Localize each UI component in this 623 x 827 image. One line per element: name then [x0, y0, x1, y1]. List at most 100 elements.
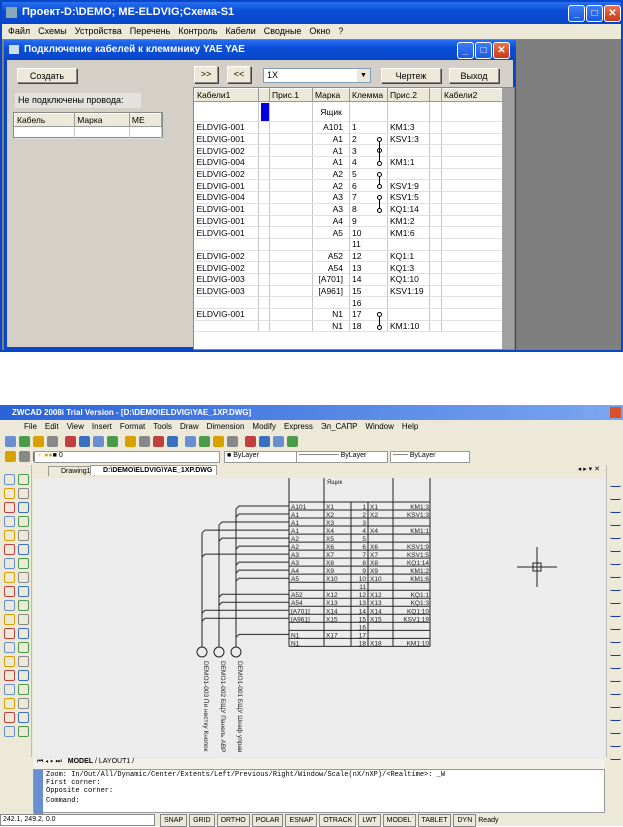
draw-tool-icon[interactable] [4, 488, 15, 499]
lineweight-select[interactable]: ─── ByLayer [390, 451, 470, 463]
draw-tool-icon[interactable] [18, 488, 29, 499]
toolbar-button-icon[interactable] [153, 436, 164, 447]
table-row[interactable]: ELDVIG-002 A2 5 [194, 168, 505, 182]
dimension-tool-icon[interactable] [610, 593, 621, 604]
toolbar-button-icon[interactable] [5, 436, 16, 447]
next-button[interactable]: >> [194, 66, 218, 83]
draw-tool-icon[interactable] [4, 712, 15, 723]
cad-menu-item[interactable]: File [24, 422, 37, 431]
table-row[interactable]: ELDVIG-003 [A961] 15 KSV1:19 [194, 285, 505, 298]
tab-nav-icons[interactable]: ◂ ▸ ▾ ✕ [578, 465, 600, 473]
column-header[interactable]: Клемма [349, 88, 388, 102]
layout-nav-icons[interactable]: ⏮ ◂ ▸ ⏭ [37, 758, 62, 765]
column-header[interactable]: Кабели1 [194, 88, 259, 102]
column-header[interactable]: Прис.1 [269, 88, 313, 102]
command-prompt[interactable]: Command: [46, 797, 592, 805]
status-toggle-model[interactable]: MODEL [382, 814, 416, 827]
cad-minimize-button[interactable] [584, 407, 595, 418]
close-button[interactable]: ✕ [604, 5, 621, 22]
toolbar-button-icon[interactable] [65, 436, 76, 447]
dimension-tool-icon[interactable] [610, 749, 621, 760]
status-toggle-ortho[interactable]: ORTHO [216, 814, 250, 827]
dialog-close-button[interactable]: ✕ [493, 42, 510, 59]
drawing-canvas[interactable]: ЯщикA101 X1 1 X1 KM1:3A1 X2 2 X2 KSV1:3A1 X3 3A1 X4… [33, 478, 605, 757]
menu-item[interactable]: Схемы [38, 26, 67, 36]
draw-tool-icon[interactable] [4, 726, 15, 737]
toolbar-button-icon[interactable] [185, 436, 196, 447]
draw-tool-icon[interactable] [18, 698, 29, 709]
dimension-tool-icon[interactable] [610, 528, 621, 539]
table-row[interactable]: ELDVIG-004 A1 4 KM1:1 [194, 156, 505, 169]
minimize-button[interactable]: _ [568, 5, 585, 22]
table-row[interactable]: ELDVIG-002 A1 3 [194, 144, 505, 158]
cad-menu-item[interactable]: Dimension [207, 422, 245, 431]
column-header[interactable] [429, 88, 442, 102]
cad-menu-item[interactable]: Эл_САПР [321, 422, 358, 431]
dimension-tool-icon[interactable] [610, 554, 621, 565]
dimension-tool-icon[interactable] [610, 580, 621, 591]
toolbar-button-icon[interactable] [47, 436, 58, 447]
dialog-maximize-button[interactable]: □ [475, 42, 492, 59]
status-toggle-esnap[interactable]: ESNAP [285, 814, 318, 827]
table-row[interactable]: ELDVIG-001 N1 17 [194, 308, 505, 322]
tab-yae-1xp[interactable]: D:\DEMO\ELDVIG\YAE_1XP.DWG [90, 465, 218, 475]
table-row[interactable]: ELDVIG-001 A101 1 KM1:3 [194, 121, 505, 134]
toolbar-button-icon[interactable] [79, 436, 90, 447]
linetype-select[interactable]: ──────── ByLayer [296, 451, 388, 463]
column-header[interactable]: Кабели2 [441, 88, 505, 102]
cad-menu-item[interactable]: Insert [92, 422, 112, 431]
dimension-tool-icon[interactable] [610, 632, 621, 643]
dimension-tool-icon[interactable] [610, 723, 621, 734]
scrollbar[interactable] [502, 88, 514, 349]
toolbar-button-icon[interactable] [93, 436, 104, 447]
cad-menu-item[interactable]: Tools [153, 422, 172, 431]
dimension-tool-icon[interactable] [610, 619, 621, 630]
draw-tool-icon[interactable] [18, 572, 29, 583]
draw-tool-icon[interactable] [4, 586, 15, 597]
layer-select[interactable]: ♀ ●●■ 0 [34, 451, 220, 463]
dimension-tool-icon[interactable] [610, 502, 621, 513]
draw-tool-icon[interactable] [4, 670, 15, 681]
cad-menu-item[interactable]: Edit [45, 422, 59, 431]
cad-menu-item[interactable]: Draw [180, 422, 199, 431]
cad-menu-item[interactable]: Format [120, 422, 145, 431]
draw-tool-icon[interactable] [4, 684, 15, 695]
chevron-down-icon[interactable]: ▼ [357, 69, 370, 82]
drawing-button[interactable]: Чертеж [381, 68, 441, 83]
menu-item[interactable]: Файл [8, 26, 30, 36]
exit-button[interactable]: Выход [449, 68, 499, 83]
table-row[interactable]: 16 [194, 296, 505, 309]
draw-tool-icon[interactable] [18, 614, 29, 625]
draw-tool-icon[interactable] [4, 516, 15, 527]
status-toggle-snap[interactable]: SNAP [160, 814, 188, 827]
status-toggle-polar[interactable]: POLAR [251, 814, 284, 827]
menu-item[interactable]: Контроль [178, 26, 217, 36]
prev-button[interactable]: << [227, 66, 251, 83]
status-toggle-dyn[interactable]: DYN [453, 814, 477, 827]
toolbar-button-icon[interactable] [227, 436, 238, 447]
cad-menu-item[interactable]: Window [365, 422, 393, 431]
dimension-tool-icon[interactable] [610, 671, 621, 682]
draw-tool-icon[interactable] [4, 558, 15, 569]
draw-tool-icon[interactable] [18, 726, 29, 737]
table-row[interactable]: ELDVIG-003 [A701] 14 KQ1:10 [194, 273, 505, 286]
dimension-tool-icon[interactable] [610, 476, 621, 487]
column-header[interactable]: Марка [74, 113, 130, 127]
dimension-tool-icon[interactable] [610, 645, 621, 656]
toolbar-button-icon[interactable] [259, 436, 270, 447]
toolbar-button-icon[interactable] [125, 436, 136, 447]
draw-tool-icon[interactable] [4, 572, 15, 583]
draw-tool-icon[interactable] [4, 530, 15, 541]
tab-layout1[interactable]: LAYOUT1 [99, 758, 130, 765]
table-row[interactable]: ELDVIG-001 A2 6 KSV1:9 [194, 179, 505, 193]
draw-tool-icon[interactable] [18, 642, 29, 653]
toolbar-button-icon[interactable] [245, 436, 256, 447]
status-toggle-grid[interactable]: GRID [189, 814, 215, 827]
cad-menu-item[interactable]: Help [402, 422, 418, 431]
draw-tool-icon[interactable] [18, 558, 29, 569]
dimension-tool-icon[interactable] [610, 515, 621, 526]
menu-item[interactable]: Окно [309, 26, 330, 36]
dimension-tool-icon[interactable] [610, 684, 621, 695]
dimension-tool-icon[interactable] [610, 489, 621, 500]
tab-drawing1[interactable]: Drawing1 [48, 466, 95, 476]
